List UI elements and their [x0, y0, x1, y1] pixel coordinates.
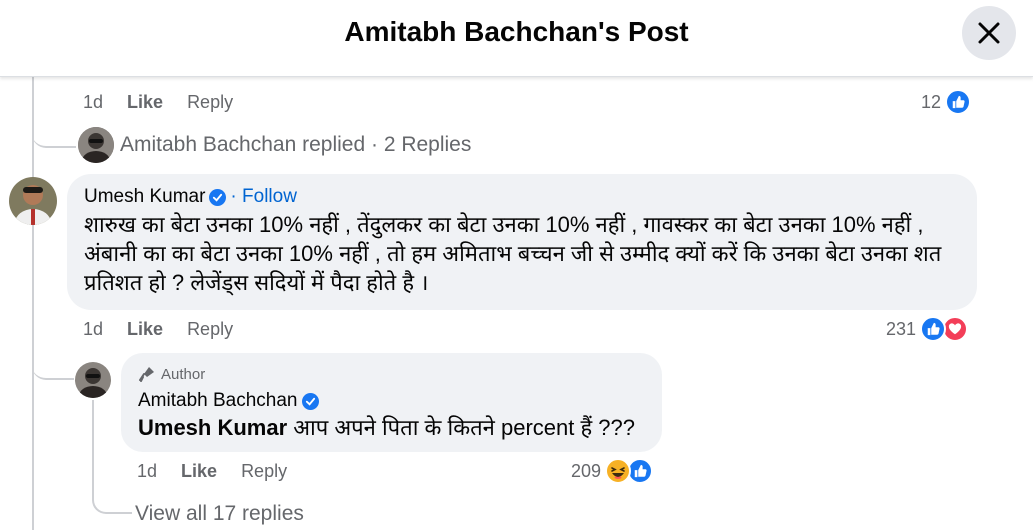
avatar[interactable]	[75, 362, 111, 398]
like-button[interactable]: Like	[181, 461, 217, 482]
avatar[interactable]	[78, 127, 114, 163]
reaction-count: 231	[886, 318, 917, 339]
reply-author: Amitabh Bachchan	[138, 390, 319, 412]
view-all-replies-link[interactable]: View all 17 replies	[135, 502, 304, 526]
reaction-count: 209	[571, 460, 602, 481]
close-button[interactable]	[962, 6, 1016, 60]
author-name[interactable]: Umesh Kumar	[84, 186, 205, 208]
reaction-summary[interactable]: 12	[921, 89, 972, 115]
comment-text: शारुख का बेटा उनका 10% नहीं , तेंदुलकर क…	[84, 212, 942, 295]
reply-text: आप अपने पिता के कितने percent हैं ???	[287, 415, 635, 440]
mention-link[interactable]: Umesh Kumar	[138, 415, 287, 440]
reply-text-line: Umesh Kumar आप अपने पिता के कितने percen…	[138, 413, 635, 442]
reaction-summary[interactable]: 231	[886, 316, 969, 342]
replied-summary-text: Amitabh Bachchan replied · 2 Replies	[120, 133, 472, 156]
author-name[interactable]: Amitabh Bachchan	[138, 390, 298, 412]
reply-button[interactable]: Reply	[187, 92, 233, 113]
reply-button[interactable]: Reply	[187, 319, 233, 340]
comment-bubble: Umesh Kumar · Follow शारुख का बेटा उनका …	[67, 174, 977, 310]
like-icon	[920, 316, 947, 342]
thread-curve	[92, 486, 132, 514]
thread-curve	[32, 350, 74, 380]
reply-bubble: Author Amitabh Bachchan Umesh Kumar आप अ…	[121, 353, 662, 452]
author-badge-label: Author	[161, 365, 206, 383]
reaction-count: 12	[921, 91, 942, 112]
close-icon	[978, 22, 1000, 44]
thread-curve	[32, 120, 76, 148]
avatar[interactable]	[9, 177, 57, 225]
comment-time[interactable]: 1d	[83, 92, 103, 113]
follow-button[interactable]: · Follow	[230, 186, 297, 208]
reply-actions: 1d Like Reply	[137, 461, 311, 482]
like-button[interactable]: Like	[127, 92, 163, 113]
author-badge: Author	[138, 365, 205, 383]
reply-button[interactable]: Reply	[241, 461, 287, 482]
thread-line-outer	[32, 76, 34, 530]
page-title: Amitabh Bachchan's Post	[344, 16, 689, 47]
comment-time[interactable]: 1d	[83, 319, 103, 340]
microphone-icon	[139, 367, 154, 382]
comment-actions: 1d Like Reply	[83, 319, 257, 340]
verified-badge-icon	[301, 392, 319, 410]
comment-time[interactable]: 1d	[137, 461, 157, 482]
like-button[interactable]: Like	[127, 319, 163, 340]
replied-summary-link[interactable]: Amitabh Bachchan replied · 2 Replies	[120, 133, 471, 157]
verified-badge-icon	[209, 188, 227, 206]
like-icon	[945, 89, 972, 115]
comment-author: Umesh Kumar · Follow	[84, 186, 297, 208]
reaction-summary[interactable]: 209	[571, 458, 654, 484]
prev-comment-actions: 1d Like Reply	[83, 92, 257, 113]
post-header: Amitabh Bachchan's Post	[0, 0, 1033, 77]
haha-icon	[605, 458, 632, 484]
thread-line-inner	[92, 400, 94, 498]
